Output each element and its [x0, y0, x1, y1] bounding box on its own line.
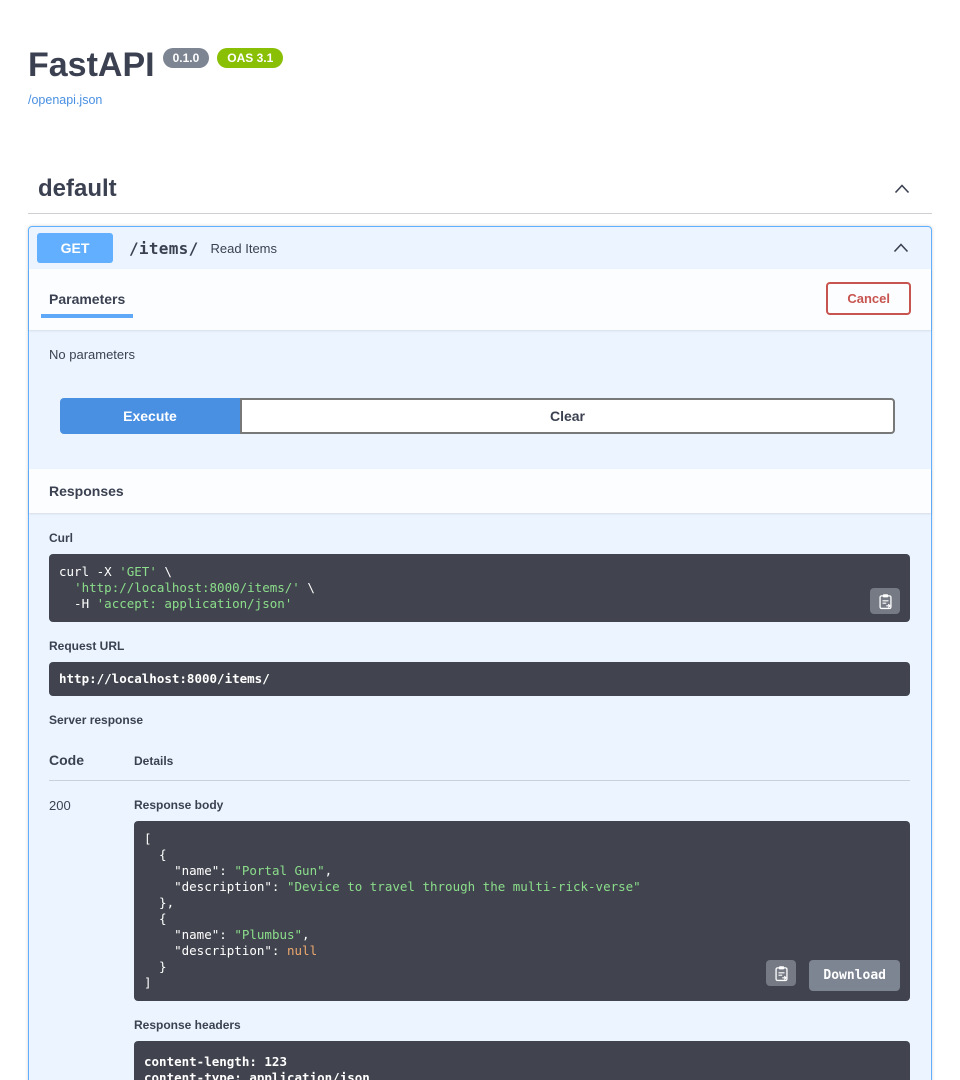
curl-command-block: curl -X 'GET' \ 'http://localhost:8000/i…: [49, 554, 910, 622]
download-button[interactable]: Download: [809, 960, 900, 991]
response-body-block: [ { "name": "Portal Gun", "description":…: [134, 821, 910, 1001]
response-row-200: 200 Response body [ { "name": "Portal Gu…: [49, 781, 910, 1080]
curl-label: Curl: [49, 531, 910, 545]
operation-summary[interactable]: GET /items/ Read Items: [29, 227, 931, 269]
response-headers-label: Response headers: [134, 1018, 910, 1032]
tag-section-default: default GET /items/ Read Items Parameter…: [28, 167, 932, 1080]
tag-header-default[interactable]: default: [28, 167, 932, 214]
api-title-row: FastAPI 0.1.0 OAS 3.1: [28, 48, 932, 82]
response-headers-block: content-length: 123content-type: applica…: [134, 1041, 910, 1080]
request-url-label: Request URL: [49, 639, 910, 653]
responses-body: Curl curl -X 'GET' \ 'http://localhost:8…: [29, 513, 931, 1080]
code-column-header: Code: [49, 752, 134, 768]
chevron-up-icon[interactable]: [891, 238, 911, 258]
response-body-controls: Download: [766, 960, 900, 991]
execute-wrapper: Execute Clear: [29, 362, 931, 469]
status-code: 200: [49, 798, 134, 1080]
execute-button[interactable]: Execute: [60, 398, 240, 434]
cancel-button[interactable]: Cancel: [826, 282, 911, 315]
opblock-get-items: GET /items/ Read Items Parameters Cancel…: [28, 226, 932, 1080]
response-table-header: Code Details: [49, 736, 910, 781]
clear-button[interactable]: Clear: [240, 398, 895, 434]
response-details: Response body [ { "name": "Portal Gun", …: [134, 798, 910, 1080]
tag-name: default: [38, 175, 117, 203]
api-info-header: FastAPI 0.1.0 OAS 3.1 /openapi.json: [28, 48, 932, 109]
openapi-spec-link[interactable]: /openapi.json: [28, 93, 102, 107]
curl-command-text: curl -X 'GET' \ 'http://localhost:8000/i…: [59, 564, 900, 612]
response-body-label: Response body: [134, 798, 910, 812]
copy-to-clipboard-button[interactable]: [870, 588, 900, 614]
request-url-block: http://localhost:8000/items/: [49, 662, 910, 696]
response-headers-text: content-length: 123content-type: applica…: [144, 1054, 900, 1080]
oas-badge: OAS 3.1: [217, 48, 283, 68]
parameters-body: No parameters Execute Clear: [29, 330, 931, 469]
parameters-tab-label: Parameters: [49, 291, 125, 307]
responses-section-title: Responses: [49, 483, 124, 499]
server-response-label: Server response: [49, 713, 910, 727]
request-url-value: http://localhost:8000/items/: [59, 671, 900, 687]
chevron-up-icon[interactable]: [892, 179, 912, 199]
responses-section-header: Responses: [29, 469, 931, 513]
copy-to-clipboard-button[interactable]: [766, 960, 796, 986]
no-parameters-message: No parameters: [29, 330, 931, 362]
api-title: FastAPI: [28, 48, 155, 82]
http-method-badge: GET: [37, 233, 113, 263]
operation-path: /items/: [129, 239, 199, 258]
details-column-header: Details: [134, 754, 910, 768]
operation-summary-text: Read Items: [211, 241, 277, 256]
version-badge: 0.1.0: [163, 48, 210, 68]
swagger-ui-page: FastAPI 0.1.0 OAS 3.1 /openapi.json defa…: [0, 0, 960, 1080]
parameters-section-header: Parameters Cancel: [29, 269, 931, 330]
tab-parameters[interactable]: Parameters: [49, 291, 125, 307]
